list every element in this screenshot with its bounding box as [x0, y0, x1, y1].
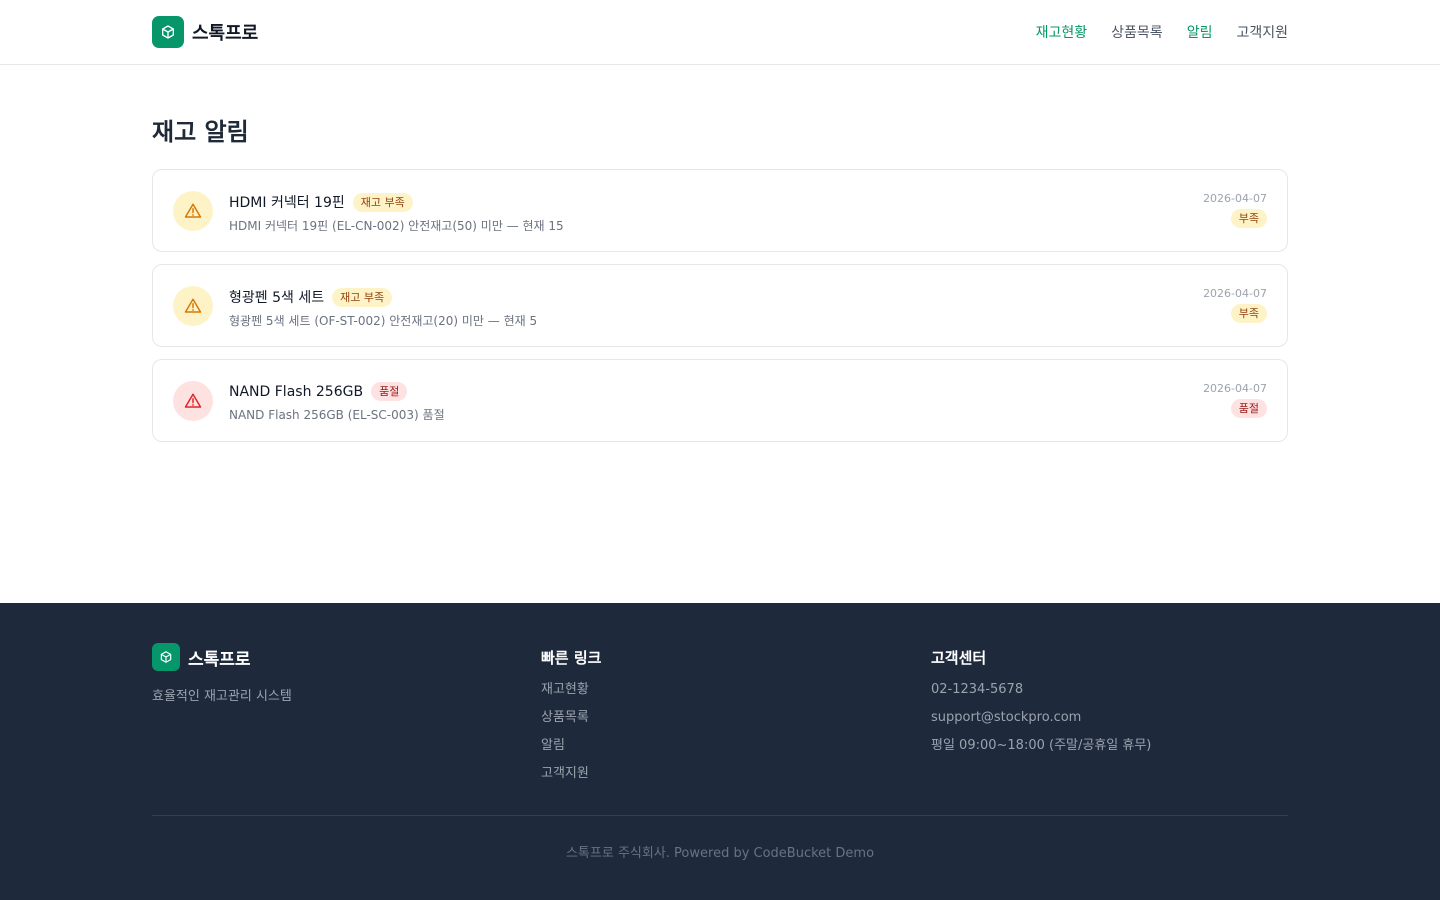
warning-triangle-icon	[173, 286, 213, 326]
alert-item[interactable]: NAND Flash 256GB 품절 NAND Flash 256GB (EL…	[152, 359, 1288, 442]
nav-link-support[interactable]: 고객지원	[1236, 22, 1288, 42]
alert-description: 형광펜 5색 세트 (OF-ST-002) 안전재고(20) 미만 — 현재 5	[229, 314, 538, 328]
page-title: 재고 알림	[152, 118, 249, 146]
footer-brand: 스톡프로	[152, 643, 251, 671]
footer-quick-links: 빠른 링크 재고현황 상품목록 알림 고객지원	[541, 647, 601, 794]
alert-date: 2026-04-07	[1203, 382, 1267, 395]
footer-support: 고객센터 02-1234-5678 support@stockpro.com 평…	[931, 647, 1151, 766]
footer-divider	[152, 815, 1288, 816]
alert-meta: 2026-04-07 부족	[1203, 192, 1267, 228]
alert-description: HDMI 커넥터 19핀 (EL-CN-002) 안전재고(50) 미만 — 현…	[229, 219, 564, 233]
alert-type-badge: 품절	[371, 382, 408, 401]
warning-triangle-icon	[173, 381, 213, 421]
alert-type-badge: 재고 부족	[332, 287, 393, 307]
nav-link-products[interactable]: 상품목록	[1111, 22, 1163, 42]
footer-link-alerts[interactable]: 알림	[541, 738, 601, 754]
nav-link-alerts[interactable]: 알림	[1187, 22, 1213, 42]
nav-link-inventory[interactable]: 재고현황	[1036, 22, 1088, 42]
footer-tagline: 효율적인 재고관리 시스템	[152, 689, 292, 704]
footer-link-support[interactable]: 고객지원	[541, 766, 601, 782]
footer-email-link[interactable]: support@stockpro.com	[931, 710, 1151, 726]
alert-title: NAND Flash 256GB	[229, 383, 364, 400]
alert-body: 형광펜 5색 세트 재고 부족 형광펜 5색 세트 (OF-ST-002) 안전…	[229, 287, 537, 329]
footer-quick-links-heading: 빠른 링크	[541, 649, 602, 667]
box-icon	[152, 16, 184, 48]
status-badge: 부족	[1230, 304, 1267, 323]
status-badge: 부족	[1230, 209, 1267, 228]
alert-list: HDMI 커넥터 19핀 재고 부족 HDMI 커넥터 19핀 (EL-CN-0…	[152, 169, 1288, 454]
footer-support-heading: 고객센터	[931, 649, 987, 667]
alert-meta: 2026-04-07 부족	[1203, 287, 1267, 323]
brand-home-link[interactable]: 스톡프로	[152, 16, 258, 48]
alert-meta: 2026-04-07 품절	[1203, 382, 1267, 418]
alert-date: 2026-04-07	[1203, 287, 1267, 300]
alert-body: NAND Flash 256GB 품절 NAND Flash 256GB (EL…	[229, 382, 445, 423]
warning-triangle-icon	[173, 191, 213, 231]
footer-link-products[interactable]: 상품목록	[541, 710, 601, 726]
alert-item[interactable]: 형광펜 5색 세트 재고 부족 형광펜 5색 세트 (OF-ST-002) 안전…	[152, 264, 1288, 347]
box-icon	[152, 643, 180, 671]
alert-type-badge: 재고 부족	[352, 192, 413, 212]
footer-hours: 평일 09:00~18:00 (주말/공휴일 휴무)	[931, 738, 1152, 753]
alert-title: 형광펜 5색 세트	[229, 290, 325, 306]
alert-title: HDMI 커넥터 19핀	[229, 195, 345, 211]
site-header: 스톡프로 재고현황 상품목록 알림 고객지원	[0, 0, 1440, 65]
site-footer: 스톡프로 효율적인 재고관리 시스템 빠른 링크 재고현황 상품목록 알림 고객…	[0, 603, 1440, 900]
footer-copyright: 스톡프로 주식회사. Powered by CodeBucket Demo	[565, 846, 875, 861]
main-nav: 재고현황 상품목록 알림 고객지원	[1036, 22, 1288, 42]
footer-phone: 02-1234-5678	[931, 682, 1024, 697]
footer-link-inventory[interactable]: 재고현황	[541, 682, 601, 698]
status-badge: 품절	[1230, 399, 1267, 418]
footer-brand-name: 스톡프로	[188, 649, 251, 670]
alert-item[interactable]: HDMI 커넥터 19핀 재고 부족 HDMI 커넥터 19핀 (EL-CN-0…	[152, 169, 1288, 252]
alert-description: NAND Flash 256GB (EL-SC-003) 품절	[229, 408, 445, 422]
alert-date: 2026-04-07	[1203, 192, 1267, 205]
brand-name: 스톡프로	[192, 23, 259, 44]
alert-body: HDMI 커넥터 19핀 재고 부족 HDMI 커넥터 19핀 (EL-CN-0…	[229, 192, 564, 234]
